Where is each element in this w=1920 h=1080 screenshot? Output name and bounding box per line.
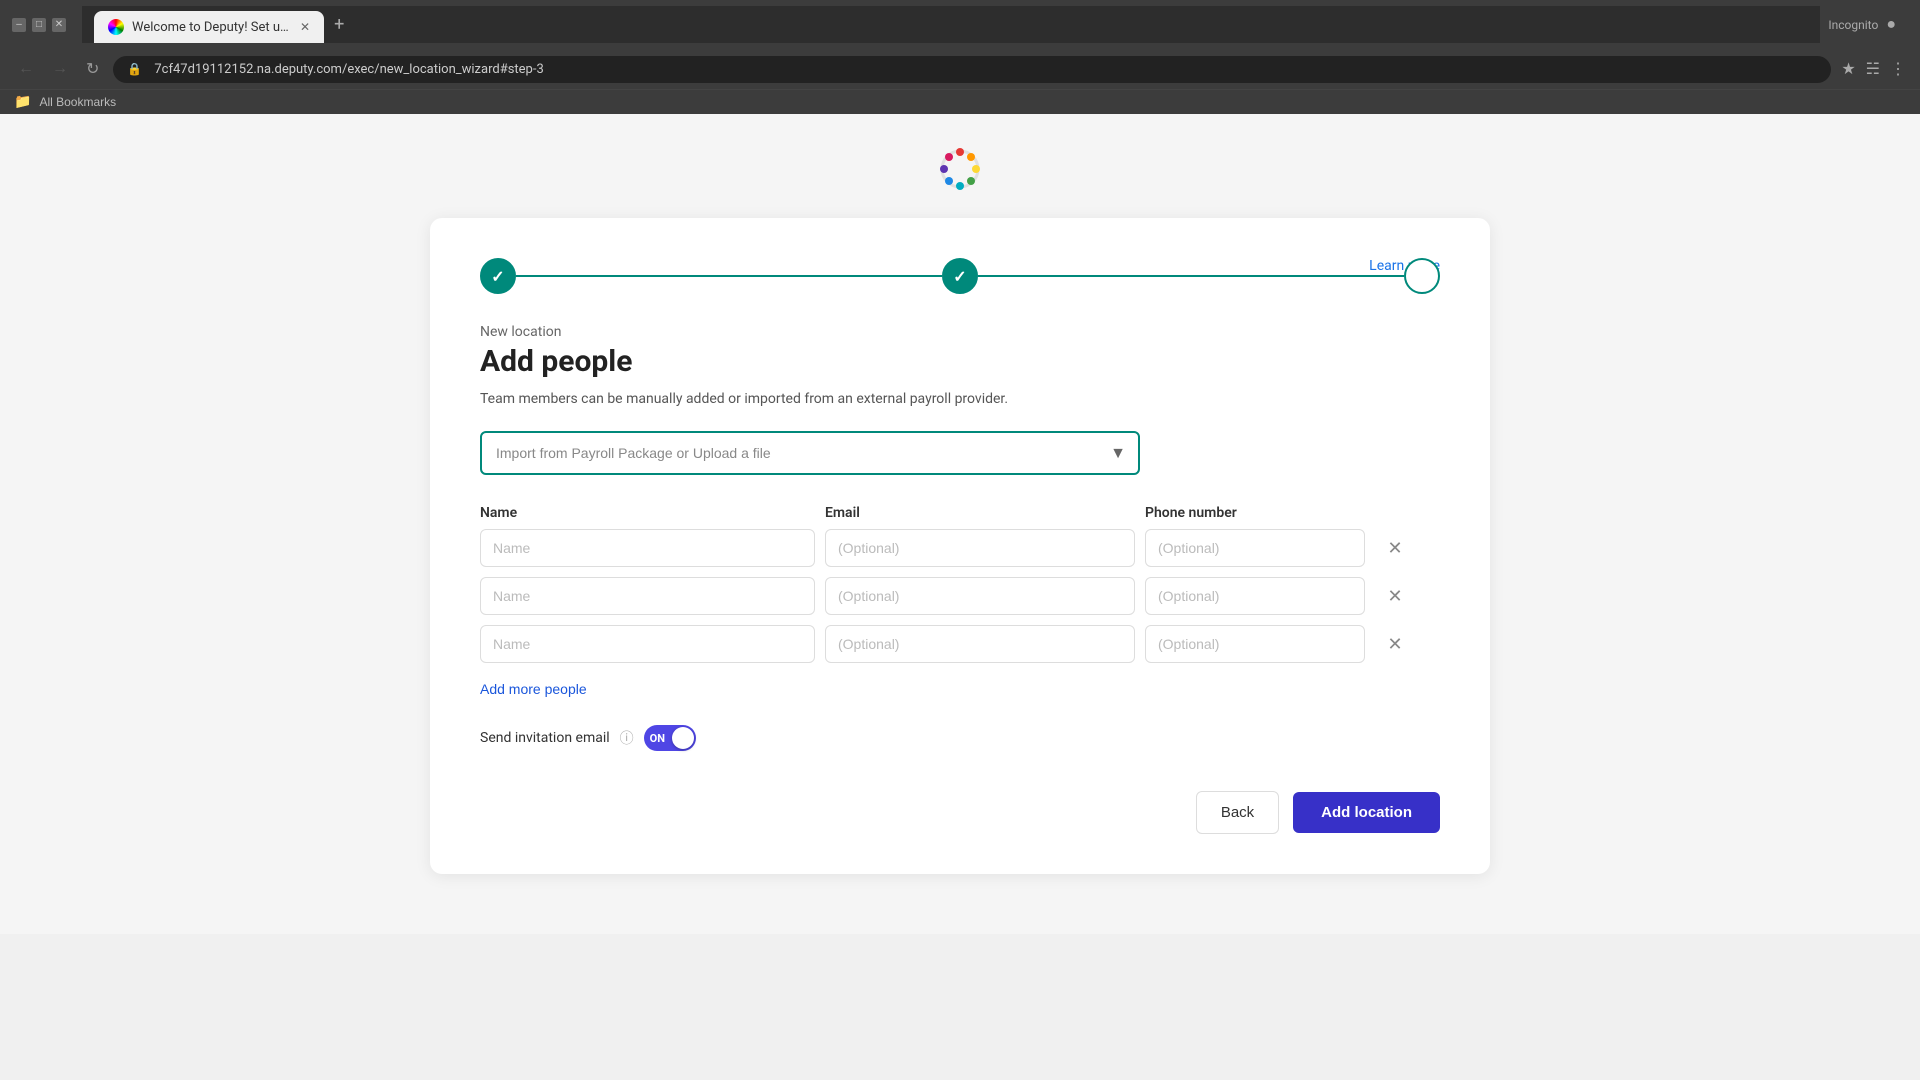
close-button[interactable]: ✕ xyxy=(52,18,66,32)
menu-button[interactable]: ⋮ xyxy=(1890,59,1906,79)
name-input-1[interactable] xyxy=(480,529,815,567)
phone-column-header: Phone number xyxy=(1145,505,1375,521)
reload-button[interactable]: ↻ xyxy=(82,55,103,83)
bookmark-star-button[interactable]: ★ xyxy=(1841,59,1855,79)
step-2-check: ✓ xyxy=(953,267,966,286)
remove-row-1-button[interactable]: ✕ xyxy=(1375,534,1415,563)
step-3-circle xyxy=(1404,258,1440,294)
email-input-1[interactable] xyxy=(825,529,1135,567)
info-icon[interactable]: ⓘ xyxy=(620,728,634,748)
add-location-button[interactable]: Add location xyxy=(1293,792,1440,833)
page-title: Add people xyxy=(480,344,1440,379)
phone-input-1[interactable] xyxy=(1145,529,1365,567)
import-dropdown-wrapper: Import from Payroll Package or Upload a … xyxy=(480,431,1140,475)
tab-title: Welcome to Deputy! Set up yo xyxy=(132,20,292,35)
page-background: Learn more ✓ ✓ New location Add people T… xyxy=(0,114,1920,934)
maximize-button[interactable]: □ xyxy=(32,18,46,32)
section-label: New location xyxy=(480,324,1440,340)
name-column-header: Name xyxy=(480,505,825,521)
remove-row-3-button[interactable]: ✕ xyxy=(1375,630,1415,659)
step-line-1 xyxy=(516,275,942,277)
stepper: ✓ ✓ xyxy=(480,258,1440,294)
phone-input-2[interactable] xyxy=(1145,577,1365,615)
url-text: 7cf47d19112152.na.deputy.com/exec/new_lo… xyxy=(154,62,543,77)
table-row: ✕ xyxy=(480,529,1440,567)
email-column-header: Email xyxy=(825,505,1145,521)
name-input-2[interactable] xyxy=(480,577,815,615)
people-rows: ✕ ✕ ✕ xyxy=(480,529,1440,663)
bookmarks-bar: 📁 All Bookmarks xyxy=(0,89,1920,114)
toggle-label: ON xyxy=(650,732,665,745)
import-dropdown[interactable]: Import from Payroll Package or Upload a … xyxy=(480,431,1140,475)
invitation-toggle[interactable]: ON xyxy=(644,725,696,751)
url-bar[interactable]: 🔒 7cf47d19112152.na.deputy.com/exec/new_… xyxy=(113,56,1831,83)
wizard-card: Learn more ✓ ✓ New location Add people T… xyxy=(430,218,1490,874)
titlebar: – □ ✕ Welcome to Deputy! Set up yo ✕ + I… xyxy=(0,0,1920,49)
forward-button[interactable]: → xyxy=(48,56,72,82)
add-more-people-button[interactable]: Add more people xyxy=(480,681,587,697)
new-tab-button[interactable]: + xyxy=(324,6,354,43)
incognito-area: Incognito ● xyxy=(1828,16,1896,34)
fields-header: Name Email Phone number xyxy=(480,505,1440,521)
email-input-3[interactable] xyxy=(825,625,1135,663)
tab-bar: Welcome to Deputy! Set up yo ✕ + xyxy=(82,6,1820,43)
logo-area xyxy=(935,144,985,198)
incognito-label: Incognito xyxy=(1828,18,1878,32)
browser-chrome: – □ ✕ Welcome to Deputy! Set up yo ✕ + I… xyxy=(0,0,1920,114)
back-button[interactable]: Back xyxy=(1196,791,1279,834)
table-row: ✕ xyxy=(480,577,1440,615)
remove-row-2-button[interactable]: ✕ xyxy=(1375,582,1415,611)
step-1-check: ✓ xyxy=(491,267,504,286)
toggle-thumb xyxy=(672,727,694,749)
deputy-logo xyxy=(935,144,985,194)
minimize-button[interactable]: – xyxy=(12,18,26,32)
email-input-2[interactable] xyxy=(825,577,1135,615)
step-1-circle: ✓ xyxy=(480,258,516,294)
bookmarks-label: All Bookmarks xyxy=(39,95,116,109)
bookmarks-folder-icon: 📁 xyxy=(14,94,31,110)
step-2-circle: ✓ xyxy=(942,258,978,294)
lock-icon: 🔒 xyxy=(127,62,142,76)
table-row: ✕ xyxy=(480,625,1440,663)
address-bar: ← → ↻ 🔒 7cf47d19112152.na.deputy.com/exe… xyxy=(0,49,1920,89)
tab-favicon xyxy=(108,19,124,35)
phone-input-3[interactable] xyxy=(1145,625,1365,663)
step-line-2 xyxy=(978,275,1404,277)
invitation-label: Send invitation email xyxy=(480,730,610,746)
profile-button[interactable]: ● xyxy=(1886,16,1896,34)
back-button[interactable]: ← xyxy=(14,56,38,82)
description-text: Team members can be manually added or im… xyxy=(480,391,1440,407)
window-controls: – □ ✕ xyxy=(12,18,66,32)
name-input-3[interactable] xyxy=(480,625,815,663)
sidebar-button[interactable]: ☵ xyxy=(1866,59,1880,79)
invitation-row: Send invitation email ⓘ ON xyxy=(480,725,1440,751)
tab-close-button[interactable]: ✕ xyxy=(300,20,310,34)
active-tab[interactable]: Welcome to Deputy! Set up yo ✕ xyxy=(94,11,324,43)
all-bookmarks-button[interactable]: All Bookmarks xyxy=(39,95,116,109)
wizard-footer: Back Add location xyxy=(480,791,1440,834)
